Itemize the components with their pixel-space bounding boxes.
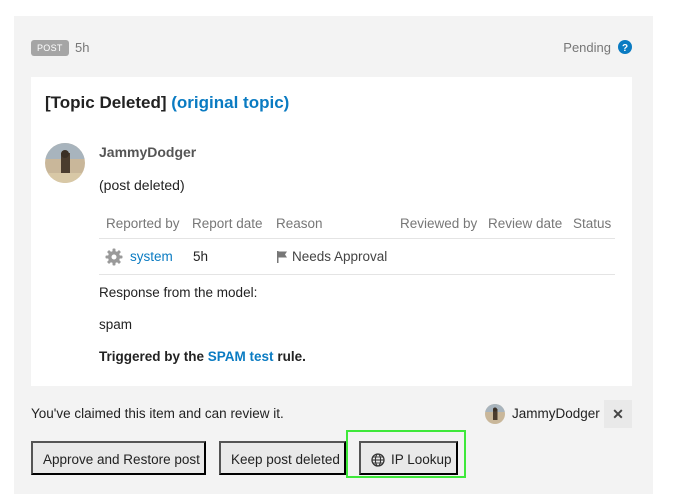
reason-value: Needs Approval [292, 249, 388, 264]
col-reported-by: Reported by [106, 216, 180, 231]
unclaim-button[interactable]: ✕ [604, 400, 632, 428]
topic-title-text: [Topic Deleted] [45, 93, 167, 112]
review-item-header: POST 5h Pending ? [31, 38, 633, 58]
trigger-text: Triggered by the SPAM test rule. [99, 349, 306, 364]
trigger-prefix: Triggered by the [99, 349, 205, 364]
reporter-link[interactable]: system [130, 249, 173, 264]
report-date-value: 5h [193, 249, 209, 264]
flag-icon [277, 251, 287, 263]
highlight-box [346, 430, 466, 478]
original-topic-link[interactable]: (original topic) [171, 93, 289, 112]
table-header: Reported by Report date Reason Reviewed … [99, 213, 615, 239]
col-reason: Reason [276, 216, 323, 231]
post-type-badge: POST [31, 40, 69, 56]
spam-test-link[interactable]: SPAM test [208, 349, 274, 364]
col-report-date: Report date [192, 216, 263, 231]
gear-icon [105, 248, 123, 266]
author-avatar[interactable] [45, 143, 85, 183]
post-body: (post deleted) [99, 177, 185, 193]
trigger-suffix: rule. [277, 349, 306, 364]
col-status: Status [573, 216, 612, 231]
approve-restore-button[interactable]: Approve and Restore post [31, 441, 206, 475]
review-status: Pending [563, 40, 611, 55]
col-review-date: Review date [488, 216, 563, 231]
question-circle-icon[interactable]: ? [618, 40, 632, 54]
keep-deleted-button[interactable]: Keep post deleted [219, 441, 346, 475]
svg-text:?: ? [622, 43, 628, 54]
claim-text: You've claimed this item and can review … [31, 406, 284, 421]
author-username[interactable]: JammyDodger [99, 144, 196, 160]
response-value: spam [99, 317, 133, 332]
claimer-username[interactable]: JammyDodger [512, 406, 600, 421]
col-reviewed-by: Reviewed by [400, 216, 478, 231]
table-row: system 5h Needs Approval [99, 239, 615, 275]
review-card: [Topic Deleted] (original topic) JammyDo… [31, 77, 632, 386]
response-label: Response from the model: [99, 285, 258, 300]
post-age: 5h [75, 40, 90, 55]
claimer-avatar[interactable] [485, 404, 505, 424]
topic-title: [Topic Deleted] (original topic) [45, 93, 289, 113]
reviewable-scores-table: Reported by Report date Reason Reviewed … [99, 213, 615, 275]
